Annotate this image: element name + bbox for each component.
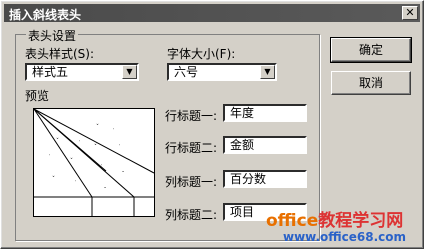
svg-text:-: - — [104, 184, 106, 191]
row-title-1-input[interactable]: 年度 — [223, 104, 307, 122]
preview-diagram: ˇ ˙ ˇ ˙ ˇ ˙ ˙ ˇ ˙ - ˇ ˙ - — [33, 108, 155, 216]
watermark-site-name: 教程学习网 — [318, 211, 404, 231]
chevron-down-icon[interactable]: ▼ — [122, 65, 137, 79]
watermark-url: www.office68.com — [283, 230, 407, 244]
preview-label: 预览 — [25, 89, 50, 103]
svg-text:ˇ: ˇ — [56, 138, 59, 145]
svg-text:ˇ: ˇ — [94, 144, 97, 151]
row-title-2-label: 行标题二: — [165, 141, 218, 155]
svg-text:ˇ: ˇ — [96, 124, 99, 131]
chevron-down-icon[interactable]: ▼ — [260, 65, 275, 79]
close-button[interactable]: ✕ — [402, 6, 418, 20]
dialog-title: 插入斜线表头 — [9, 8, 82, 22]
col-title-1-input[interactable]: 百分数 — [223, 170, 307, 188]
row-title-2-input[interactable]: 金额 — [223, 136, 307, 154]
watermark-logo: office教程学习网 — [266, 206, 403, 231]
font-size-value: 六号 — [174, 65, 199, 79]
svg-text:ˇ: ˇ — [70, 158, 73, 165]
header-preview: ˇ ˙ ˇ ˙ ˇ ˙ ˙ ˇ ˙ - ˇ ˙ - — [33, 108, 155, 217]
svg-text:˙: ˙ — [48, 154, 51, 161]
svg-text:-: - — [122, 168, 124, 175]
cancel-button[interactable]: 取消 — [331, 71, 411, 95]
header-style-select[interactable]: 样式五 ▼ — [25, 63, 139, 81]
svg-text:ˇ: ˇ — [52, 176, 55, 183]
svg-text:˙: ˙ — [74, 180, 77, 187]
svg-text:˙: ˙ — [78, 140, 81, 147]
title-bar: 插入斜线表头 ✕ — [4, 4, 420, 22]
svg-text:˙: ˙ — [100, 164, 103, 171]
watermark-office: office — [266, 211, 319, 231]
col-title-1-label: 列标题一: — [165, 175, 218, 189]
close-icon: ✕ — [405, 6, 415, 19]
header-style-value: 样式五 — [32, 65, 69, 79]
font-size-select[interactable]: 六号 ▼ — [167, 63, 277, 81]
col-title-2-label: 列标题二: — [165, 208, 218, 222]
font-size-label: 字体大小(F): — [167, 47, 236, 61]
svg-text:˙: ˙ — [112, 128, 115, 135]
ok-button[interactable]: 确定 — [330, 37, 412, 63]
svg-text:˙: ˙ — [118, 144, 121, 151]
header-style-label: 表头样式(S): — [25, 47, 95, 61]
insert-diagonal-header-dialog: 插入斜线表头 ✕ 表头设置 表头样式(S): 样式五 ▼ 字体大小(F): 六号… — [0, 0, 424, 249]
row-title-1-label: 行标题一: — [165, 109, 218, 123]
group-legend: 表头设置 — [26, 27, 79, 44]
